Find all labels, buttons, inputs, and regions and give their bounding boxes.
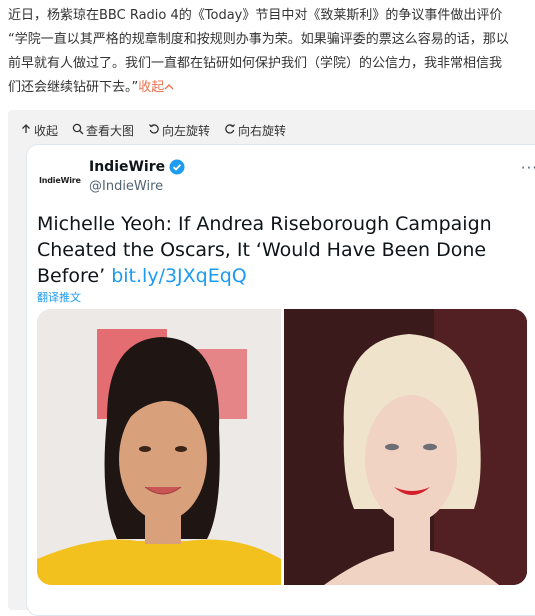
indiewire-logo: IndieWire — [39, 175, 81, 185]
author-name-text: IndieWire — [89, 159, 166, 175]
post-line-4: 们还会继续钻研下去。”收起 — [8, 76, 535, 100]
verified-badge-icon — [169, 159, 185, 175]
photo-andrea-riseborough — [284, 309, 527, 585]
photo-michelle-yeoh — [37, 309, 281, 585]
post-line-2: “学院一直以其严格的规章制度和按规则办事为荣。如果骗评委的票这么容易的话，那以 — [8, 32, 509, 47]
media-viewer: 收起 查看大图 向左旋转 向右旋转 IndieWire IndieWire @I… — [8, 110, 535, 616]
more-options-icon[interactable]: ··· — [521, 159, 535, 177]
rotate-left-icon — [148, 123, 162, 138]
tweet-link[interactable]: bit.ly/3JXqEqQ — [111, 265, 247, 287]
portrait-right-illustration — [284, 309, 527, 585]
search-icon — [72, 123, 86, 138]
view-large-label: 查看大图 — [86, 123, 135, 138]
post-line-4-text: 们还会继续钻研下去。” — [8, 80, 139, 95]
collapse-link-label: 收起 — [138, 80, 165, 95]
tweet-card[interactable]: IndieWire IndieWire @IndieWire ··· Miche… — [26, 144, 535, 616]
translate-tweet-link[interactable]: 翻译推文 — [37, 289, 81, 305]
media-toolbar: 收起 查看大图 向左旋转 向右旋转 — [20, 118, 300, 142]
arrow-up-icon — [20, 123, 34, 138]
view-large-button[interactable]: 查看大图 — [72, 122, 134, 139]
portrait-left-illustration — [37, 309, 281, 585]
rotate-right-icon — [224, 123, 238, 138]
collapse-button[interactable]: 收起 — [20, 122, 58, 139]
collapse-text-link[interactable]: 收起 — [138, 80, 174, 95]
post-line-3: 前早就有人做过了。我们一直都在钻研如何保护我们（学院）的公信力，我非常相信我 — [8, 56, 503, 71]
rotate-left-label: 向左旋转 — [162, 123, 211, 138]
tweet-body: Michelle Yeoh: If Andrea Riseborough Cam… — [37, 211, 507, 289]
post-line-1: 近日，杨紫琼在BBC Radio 4的《Today》节目中对《致莱斯利》的争议事… — [8, 8, 503, 23]
tweet-image[interactable] — [37, 309, 527, 585]
chevron-up-icon — [164, 76, 174, 100]
rotate-left-button[interactable]: 向左旋转 — [148, 122, 210, 139]
tweet-author-name[interactable]: IndieWire — [89, 159, 185, 175]
tweet-author-handle[interactable]: @IndieWire — [89, 179, 163, 194]
tweet-body-text: Michelle Yeoh: If Andrea Riseborough Cam… — [37, 213, 492, 287]
post-text: 近日，杨紫琼在BBC Radio 4的《Today》节目中对《致莱斯利》的争议事… — [8, 4, 535, 100]
collapse-button-label: 收起 — [34, 123, 59, 138]
rotate-right-button[interactable]: 向右旋转 — [224, 122, 286, 139]
rotate-right-label: 向右旋转 — [238, 123, 287, 138]
